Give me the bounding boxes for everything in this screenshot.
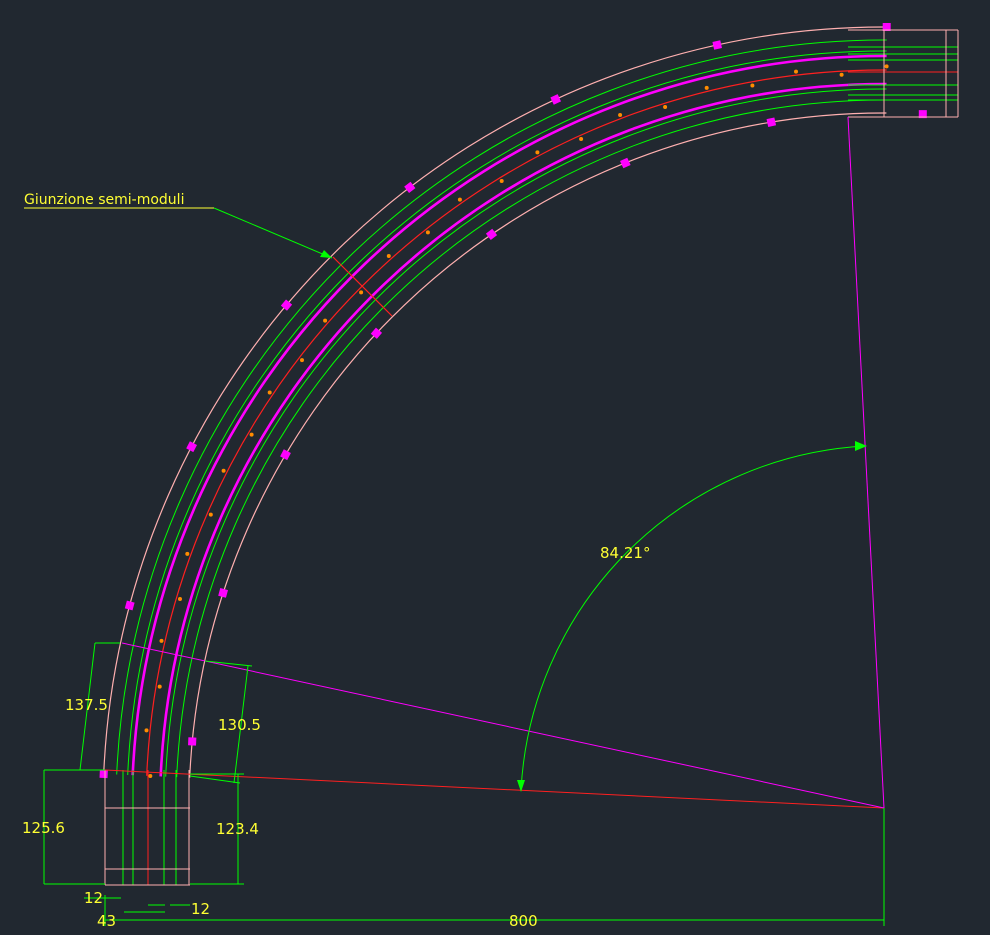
centerline: [146, 69, 887, 776]
centerline-dot: [386, 254, 391, 258]
junction-marker: [619, 157, 631, 169]
centerline-dot: [704, 85, 709, 90]
radial-lines: [104, 116, 885, 809]
centerline-dot: [499, 179, 504, 183]
junction-marker: [186, 441, 197, 453]
centerline-dot: [221, 468, 226, 473]
magenta-rails: [131, 54, 887, 777]
junction-marker: [124, 600, 135, 611]
dim-inner-width: 43: [97, 912, 116, 930]
angle-dimension-arc: [520, 445, 867, 791]
centerline-dot: [157, 684, 162, 689]
centerline-dot: [618, 113, 623, 117]
green-arc-2: [165, 88, 887, 777]
callout-arrow: [320, 250, 332, 258]
junction-marker: [404, 181, 416, 194]
straight-sections: [104, 29, 959, 886]
magenta-arc-1: [159, 82, 887, 777]
cad-drawing-canvas: Giunzione semi-moduli 84.21° 125.6 123.4…: [22, 22, 959, 930]
centerline-dot: [148, 774, 153, 778]
centerline-dot: [144, 728, 149, 733]
centerline-dot: [208, 512, 213, 517]
green-arc-1: [127, 50, 887, 776]
radial-line-start: [104, 769, 885, 809]
dim-right-offset: 12: [191, 900, 210, 918]
centerline-dot: [185, 551, 190, 556]
dimension-line: [189, 775, 241, 784]
centerline-dot: [663, 105, 668, 109]
dim-segment-right-height: 130.5: [218, 716, 261, 734]
junction-marker: [218, 588, 228, 598]
centerline-dot: [249, 432, 254, 437]
centerline-arc: [146, 69, 887, 776]
dim-segment-left-height: 137.5: [65, 696, 108, 714]
centerline-dot: [300, 358, 304, 363]
dim-bottom-right-height: 123.4: [216, 820, 259, 838]
centerline-dot: [425, 230, 430, 235]
junction-marker: [485, 228, 498, 241]
centerline-dot: [159, 638, 164, 643]
magenta-arc-0: [131, 54, 887, 776]
junction-marker: [188, 737, 197, 746]
junction-marker: [280, 449, 291, 461]
junction-marker: [766, 117, 777, 127]
junction-marker: [712, 40, 722, 50]
centerline-dot: [884, 64, 889, 69]
centerline-dot: [457, 197, 462, 202]
dim-bottom-left-height: 125.6: [22, 819, 65, 837]
centerline-dot: [794, 69, 798, 74]
green-arc-3: [176, 99, 887, 778]
outline-arc-0: [103, 26, 887, 774]
junction-marker: [99, 769, 108, 779]
angle-label: 84.21°: [600, 544, 650, 562]
centerline-dot: [579, 137, 584, 141]
outline-arc-1: [189, 112, 887, 778]
centerline-dot: [267, 390, 272, 395]
centerline-points: [144, 64, 889, 778]
centerline-dot: [323, 318, 328, 323]
dimension-line: [204, 660, 253, 667]
centerline-dot: [750, 83, 755, 88]
callout-leader: [213, 207, 333, 259]
radial-line-end: [847, 116, 885, 809]
callout-label: Giunzione semi-moduli: [24, 192, 184, 208]
centerline-dot: [839, 72, 844, 77]
centerline-dot: [359, 290, 364, 295]
centerline-dot: [535, 150, 540, 155]
centerline-dot: [178, 597, 182, 601]
dim-span: 800: [509, 912, 538, 930]
outer-rail-outlines: [103, 26, 887, 778]
dim-left-offset: 12: [84, 889, 103, 907]
junction-marker: [550, 94, 562, 105]
callout: [24, 207, 393, 317]
